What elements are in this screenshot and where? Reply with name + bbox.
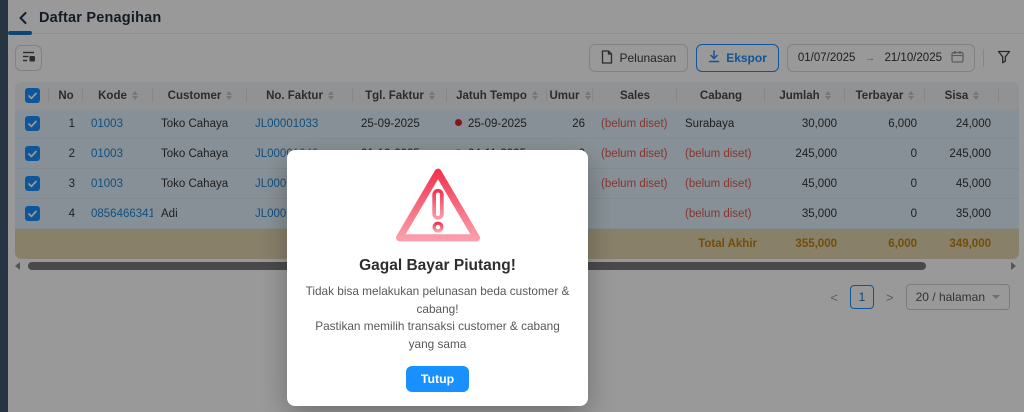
modal-title: Gagal Bayar Piutang! bbox=[359, 257, 516, 274]
modal-message-line1: Tidak bisa melakukan pelunasan beda cust… bbox=[305, 284, 570, 316]
warning-triangle-icon bbox=[391, 168, 485, 252]
error-modal: Gagal Bayar Piutang! Tidak bisa melakuka… bbox=[287, 150, 588, 406]
tutup-button[interactable]: Tutup bbox=[405, 365, 470, 392]
modal-message: Tidak bisa melakukan pelunasan beda cust… bbox=[303, 283, 572, 354]
modal-message-line2: Pastikan memilih transaksi customer & ca… bbox=[315, 319, 560, 352]
